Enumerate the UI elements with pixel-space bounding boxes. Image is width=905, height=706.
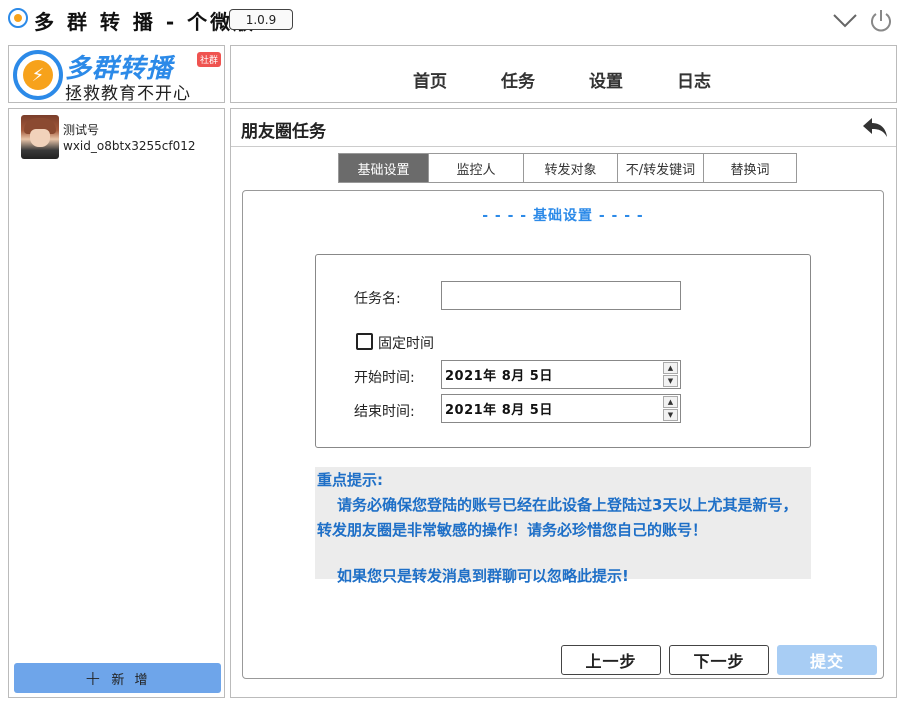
title-bar: 多 群 转 播 - 个微版 1.0.9	[0, 0, 905, 40]
app-icon	[8, 8, 28, 28]
back-arrow-icon[interactable]	[861, 115, 889, 139]
logo-slogan: 拯救教育不开心	[65, 84, 191, 104]
power-icon[interactable]	[868, 8, 894, 34]
top-nav: 首页 任务 设置 日志	[230, 45, 897, 103]
account-panel: 测试号 wxid_o8btx3255cf012 + 新 增	[8, 108, 225, 698]
start-date-value: 2021年 8月 5日	[445, 369, 553, 384]
start-time-label: 开始时间:	[354, 370, 415, 386]
notice-box: 重点提示: 请务必确保您登陆的账号已经在此设备上登陆过3天以上尤其是新号，转发朋…	[315, 467, 811, 585]
plus-icon: +	[84, 666, 102, 690]
tab-bar: 基础设置 监控人 转发对象 不/转发键词 替换词	[338, 153, 797, 183]
notice-title: 重点提示:	[317, 471, 383, 489]
end-date-picker[interactable]: 2021年 8月 5日 ▲ ▼	[441, 394, 681, 423]
prev-button[interactable]: 上一步	[561, 645, 661, 675]
page-title: 朋友圈任务	[241, 122, 326, 142]
logo-panel: ⚡ 多群转播 社群 拯救教育不开心	[8, 45, 225, 104]
logo-icon: ⚡	[13, 50, 63, 100]
main-header: 朋友圈任务	[231, 109, 896, 147]
notice-paragraph-1: 请务必确保您登陆的账号已经在此设备上登陆过3天以上尤其是新号，转发朋友圈是非常敏…	[317, 496, 798, 539]
submit-button[interactable]: 提交	[777, 645, 877, 675]
section-heading: - - - - 基础设置 - - - -	[482, 208, 644, 224]
nav-item-tasks[interactable]: 任务	[501, 67, 535, 92]
tab-keywords[interactable]: 不/转发键词	[618, 154, 704, 182]
start-date-spinner: ▲ ▼	[663, 362, 678, 387]
start-date-picker[interactable]: 2021年 8月 5日 ▲ ▼	[441, 360, 681, 389]
chevron-down-icon[interactable]	[832, 10, 858, 30]
notice-paragraph-2: 如果您只是转发消息到群聊可以忽略此提示!	[337, 567, 629, 585]
end-time-label: 结束时间:	[354, 404, 415, 420]
spin-up-icon[interactable]: ▲	[663, 362, 678, 374]
tab-replace-words[interactable]: 替换词	[704, 154, 796, 182]
tab-basic-settings[interactable]: 基础设置	[339, 154, 429, 182]
avatar	[21, 115, 59, 159]
logo-tag: 社群	[197, 52, 222, 67]
fixed-time-label: 固定时间	[378, 336, 434, 352]
nav-item-settings[interactable]: 设置	[589, 67, 623, 92]
account-name: 测试号	[63, 123, 100, 137]
end-date-spinner: ▲ ▼	[663, 396, 678, 421]
nav-item-home[interactable]: 首页	[413, 67, 447, 92]
account-wxid: wxid_o8btx3255cf012	[63, 139, 196, 153]
next-button[interactable]: 下一步	[669, 645, 769, 675]
add-account-button[interactable]: + 新 增	[14, 663, 221, 693]
tab-forward-target[interactable]: 转发对象	[524, 154, 618, 182]
main-panel: 朋友圈任务 基础设置 监控人 转发对象 不/转发键词 替换词 - - - - 基…	[230, 108, 897, 698]
spin-down-icon[interactable]: ▼	[663, 375, 678, 387]
spin-up-icon[interactable]: ▲	[663, 396, 678, 408]
form-box: 任务名: 固定时间 开始时间: 2021年 8月 5日 ▲ ▼ 结束时间: 20…	[315, 254, 811, 448]
nav-item-logs[interactable]: 日志	[677, 67, 711, 92]
task-name-label: 任务名:	[354, 291, 401, 307]
spin-down-icon[interactable]: ▼	[663, 409, 678, 421]
fixed-time-checkbox[interactable]	[356, 333, 373, 350]
account-item[interactable]: 测试号 wxid_o8btx3255cf012	[21, 115, 221, 161]
end-date-value: 2021年 8月 5日	[445, 403, 553, 418]
task-name-input[interactable]	[441, 281, 681, 310]
version-badge: 1.0.9	[229, 9, 293, 30]
content-area: - - - - 基础设置 - - - - 任务名: 固定时间 开始时间: 202…	[242, 190, 884, 679]
add-account-label: 新 增	[111, 672, 151, 688]
app-title: 多 群 转 播 - 个微版	[34, 10, 257, 34]
tab-monitor[interactable]: 监控人	[429, 154, 524, 182]
